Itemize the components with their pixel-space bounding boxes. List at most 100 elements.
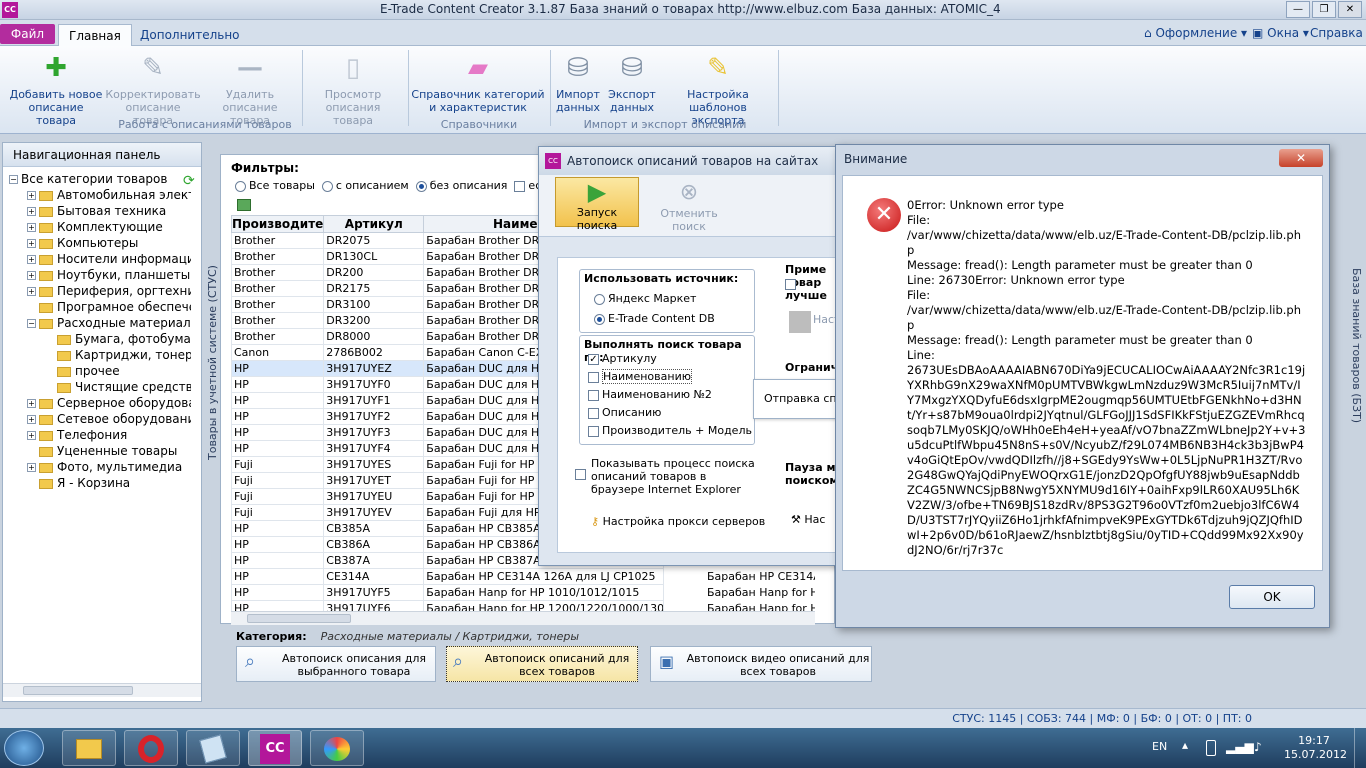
tree-expander[interactable]: + <box>27 463 36 472</box>
export-button[interactable]: ⛁ Экспорт данных <box>606 50 658 114</box>
export-grid-icon[interactable] <box>237 199 251 211</box>
opera-taskbar-icon[interactable] <box>124 730 178 766</box>
tree-expander[interactable]: + <box>27 223 36 232</box>
tree-item[interactable]: + Периферия, оргтехника <box>3 283 191 299</box>
tree-expander[interactable]: + <box>27 271 36 280</box>
tree-expander[interactable]: + <box>27 287 36 296</box>
category-label: Категория: <box>236 630 307 643</box>
tree-item[interactable]: + Ноутбуки, планшеты <box>3 267 191 283</box>
tree-expander[interactable]: − <box>9 175 18 184</box>
filter-with-radio[interactable]: с описанием <box>321 179 409 192</box>
tree-item[interactable]: + Компьютеры <box>3 235 191 251</box>
tree-item[interactable]: Бумага, фотобумага <box>3 331 191 347</box>
by-name-checkbox[interactable]: Наименованию <box>588 369 692 384</box>
export-templates-button[interactable]: ✎ Настройка шаблонов экспорта <box>662 50 774 127</box>
close-icon[interactable]: ✕ <box>1338 1 1362 18</box>
start-orb-icon[interactable] <box>4 730 44 766</box>
paint-taskbar-icon[interactable] <box>310 730 364 766</box>
tree-item[interactable]: Програмное обеспечение <box>3 299 191 315</box>
tree-item[interactable]: + Сетевое оборудование <box>3 411 191 427</box>
etrade-taskbar-icon[interactable]: CC <box>248 730 302 766</box>
tree-item-label: Картриджи, тонеры <box>75 348 191 362</box>
tree-expander[interactable]: − <box>27 319 36 328</box>
view-description-button[interactable]: ▯ Просмотр описания товара <box>304 50 402 127</box>
language-indicator[interactable]: EN <box>1152 740 1167 753</box>
ok-button[interactable]: OK <box>1229 585 1315 609</box>
color-swatch[interactable] <box>789 311 811 333</box>
cancel-search-button[interactable]: ⊗ Отменить поиск <box>643 179 735 233</box>
tree-item[interactable]: − Все категории товаров <box>3 171 191 187</box>
tree-expander[interactable]: + <box>27 239 36 248</box>
tree-expander[interactable]: + <box>27 191 36 200</box>
tree-expander[interactable]: + <box>27 399 36 408</box>
autosearch-all-button[interactable]: ⌕ Автопоиск описаний для всех товаров <box>446 646 638 682</box>
apply-checkbox[interactable] <box>785 279 796 290</box>
by-name2-checkbox[interactable]: Наименованию №2 <box>588 388 712 401</box>
table-row[interactable]: HP 3H917UYF5 Барабан Hanp for HP 1010/1012… <box>230 584 665 601</box>
autosearch-video-button[interactable]: ▣ Автопоиск видео описаний для всех това… <box>650 646 872 682</box>
tree-item[interactable]: Чистящие средства <box>3 379 191 395</box>
by-description-checkbox[interactable]: Описанию <box>588 406 661 419</box>
app-icon[interactable]: CC <box>2 2 18 18</box>
maximize-icon[interactable]: ❐ <box>1312 1 1336 18</box>
delete-description-button[interactable]: — Удалить описание товара <box>202 50 298 127</box>
tree-item[interactable]: Картриджи, тонеры <box>3 347 191 363</box>
tree-item[interactable]: + Серверное оборудование <box>3 395 191 411</box>
folder-icon <box>39 414 53 425</box>
tree-item[interactable]: − Расходные материалы <box>3 315 191 331</box>
by-manufacturer-model-checkbox[interactable]: Производитель + Модель <box>588 424 752 437</box>
volume-icon[interactable]: ♪ <box>1254 740 1262 754</box>
tree-expander[interactable]: + <box>27 431 36 440</box>
catalogs-button[interactable]: ▰ Справочник категорий и характеристик <box>410 50 546 114</box>
source-etrade-radio[interactable]: E-Trade Content DB <box>594 312 715 325</box>
tree-item[interactable]: + Телефония <box>3 427 191 443</box>
windows-menu[interactable]: ▣ Окна ▾ <box>1252 26 1309 40</box>
autosearch-selected-button[interactable]: ⌕ Автопоиск описания для выбранного това… <box>236 646 436 682</box>
column-header-article[interactable]: Артикул <box>323 215 425 233</box>
proxy-settings-link[interactable]: ⚷ Настройка прокси серверов <box>591 515 765 528</box>
tree-item[interactable]: + Носители информации <box>3 251 191 267</box>
table-row[interactable]: HP CE314A Барабан HP CE314A 126A для LJ CP… <box>230 568 665 585</box>
tree-expander[interactable]: + <box>27 255 36 264</box>
refresh-icon[interactable]: ⟳ <box>183 173 199 189</box>
table-horizontal-scrollbar[interactable] <box>231 611 815 625</box>
tab-file[interactable]: Файл <box>0 24 55 44</box>
tab-extra[interactable]: Дополнительно <box>130 24 250 46</box>
clock[interactable]: 19:17 15.07.2012 <box>1284 734 1347 762</box>
tree-item[interactable]: Уцененные товары <box>3 443 191 459</box>
nav-horizontal-scrollbar[interactable] <box>3 683 201 697</box>
show-browser-checkbox[interactable]: Показывать процесс поиска описаний товар… <box>575 457 755 496</box>
filter-all-radio[interactable]: Все товары <box>235 179 315 192</box>
table-cell: 3H917UYF2 <box>323 408 425 425</box>
show-desktop-button[interactable] <box>1354 728 1366 768</box>
import-button[interactable]: ⛁ Импорт данных <box>554 50 602 114</box>
explorer-taskbar-icon[interactable] <box>62 730 116 766</box>
source-yandex-radio[interactable]: Яндекс Маркет <box>594 292 696 305</box>
tree-item[interactable]: Я - Корзина <box>3 475 191 491</box>
help-menu[interactable]: Справка ▾ <box>1310 26 1366 40</box>
tree-item[interactable]: + Бытовая техника <box>3 203 191 219</box>
tree-item[interactable]: + Фото, мультимедиа <box>3 459 191 475</box>
battery-icon[interactable] <box>1206 740 1216 756</box>
tree-expander[interactable]: + <box>27 207 36 216</box>
tree-item[interactable]: прочее <box>3 363 191 379</box>
filter-without-radio[interactable]: без описания <box>415 179 507 192</box>
column-header-manufacturer[interactable]: Производите <box>230 215 325 233</box>
by-article-checkbox[interactable]: ✓ Артикулу <box>588 352 657 365</box>
tree-item[interactable]: + Автомобильная электроника <box>3 187 191 203</box>
table-cell: HP <box>230 376 325 393</box>
error-message: 0Error: Unknown error type File: /var/ww… <box>907 198 1306 557</box>
minimize-icon[interactable]: — <box>1286 1 1310 18</box>
edit-description-button[interactable]: ✎ Корректировать описание товара <box>104 50 202 127</box>
tree-item[interactable]: + Комплектующие <box>3 219 191 235</box>
signal-icon[interactable]: ▂▄▆ <box>1226 740 1254 754</box>
notepad-taskbar-icon[interactable] <box>186 730 240 766</box>
alert-close-button[interactable]: ✕ <box>1279 149 1323 167</box>
start-search-button[interactable]: ▶ Запуск поиска <box>555 177 639 232</box>
design-menu[interactable]: ⌂ Оформление ▾ <box>1144 26 1247 40</box>
tab-main[interactable]: Главная <box>58 24 132 46</box>
navigation-panel: Навигационная панель − Все категории това… <box>2 142 202 702</box>
add-description-button[interactable]: ✚ Добавить новое описание товара <box>8 50 104 127</box>
tray-chevron-icon[interactable]: ▴ <box>1182 738 1188 752</box>
tree-expander[interactable]: + <box>27 415 36 424</box>
